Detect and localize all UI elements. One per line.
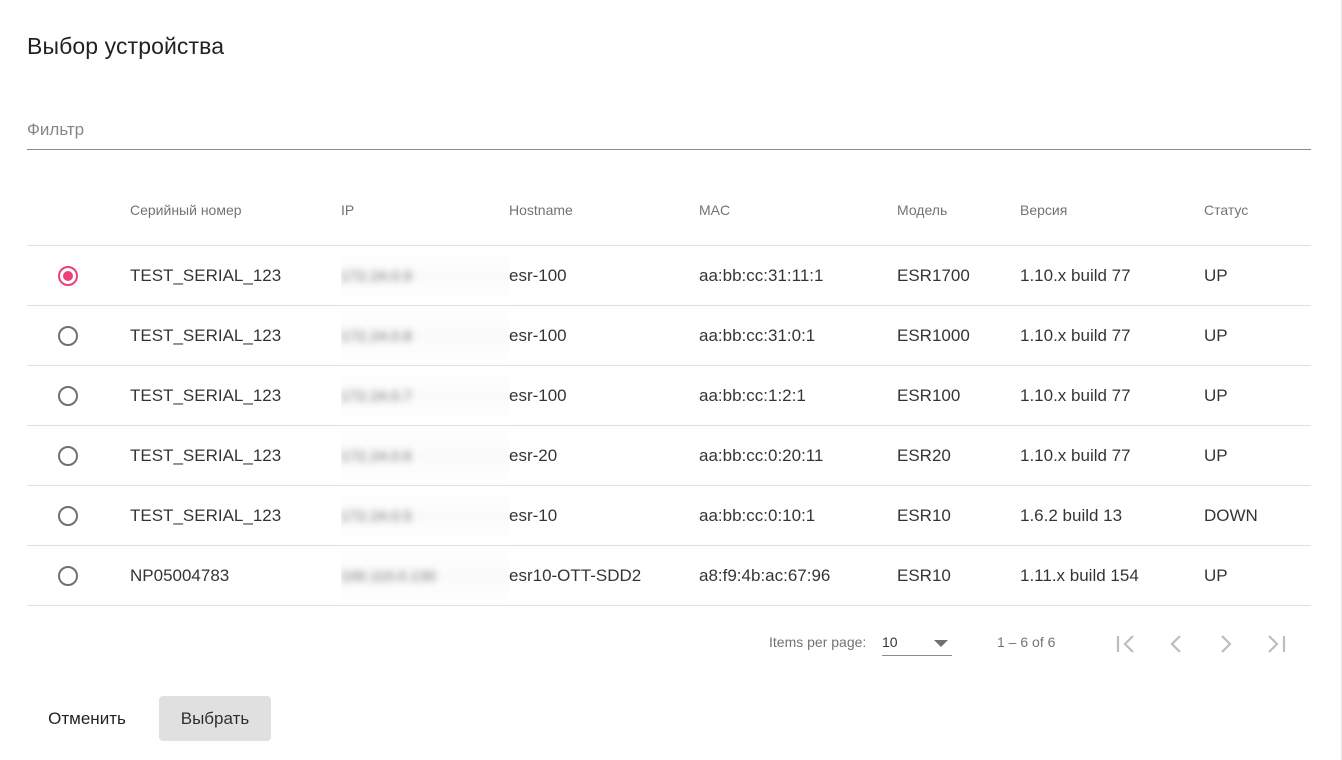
ip-value: 172.24.0.7 <box>341 387 412 405</box>
hostname-cell: esr10-OTT-SDD2 <box>509 545 699 606</box>
hostname-cell: esr-100 <box>509 305 699 366</box>
mac-cell: aa:bb:cc:31:11:1 <box>699 245 897 306</box>
ip-value: 172.24.0.6 <box>341 447 412 465</box>
hostname-cell: esr-100 <box>509 245 699 306</box>
ip-cell: 100.110.0.130 <box>341 545 509 606</box>
items-per-page-label: Items per page: <box>769 634 867 650</box>
radio-unchecked-icon[interactable] <box>58 505 78 526</box>
row-select-cell <box>27 365 130 426</box>
model-cell: ESR100 <box>897 365 1020 426</box>
version-cell: 1.10.x build 77 <box>1020 425 1204 486</box>
column-header-hostname[interactable]: Hostname <box>509 175 699 246</box>
hostname-cell: esr-20 <box>509 425 699 486</box>
model-cell: ESR20 <box>897 425 1020 486</box>
table-row[interactable]: NP05004783 100.110.0.130 esr10-OTT-SDD2 a8:… <box>27 545 1311 606</box>
mac-cell: a8:f9:4b:ac:67:96 <box>699 545 897 606</box>
dialog-title: Выбор устройства <box>27 33 225 59</box>
last-page-button[interactable] <box>1258 626 1294 662</box>
next-page-button[interactable] <box>1208 626 1244 662</box>
status-cell: UP <box>1204 545 1311 606</box>
serial-cell: TEST_SERIAL_123 <box>130 305 341 366</box>
serial-cell: TEST_SERIAL_123 <box>130 365 341 426</box>
model-cell: ESR1000 <box>897 305 1020 366</box>
last-page-icon <box>1268 635 1286 653</box>
hostname-cell: esr-100 <box>509 365 699 426</box>
radio-unchecked-icon[interactable] <box>58 325 78 346</box>
status-cell: UP <box>1204 305 1311 366</box>
model-cell: ESR10 <box>897 545 1020 606</box>
chevron-left-icon <box>1170 635 1181 653</box>
serial-cell: TEST_SERIAL_123 <box>130 245 341 306</box>
version-cell: 1.10.x build 77 <box>1020 305 1204 366</box>
paginator: Items per page: 10 1 – 6 of 6 <box>27 606 1311 676</box>
column-header-status[interactable]: Статус <box>1204 175 1311 246</box>
row-select-cell <box>27 485 130 546</box>
ip-cell: 172.24.0.9 <box>341 245 509 306</box>
row-select-cell <box>27 245 130 306</box>
mac-cell: aa:bb:cc:0:10:1 <box>699 485 897 546</box>
ip-value: 172.24.0.5 <box>341 507 412 525</box>
model-cell: ESR10 <box>897 485 1020 546</box>
dropdown-arrow-icon <box>934 640 948 647</box>
filter-input[interactable] <box>27 112 1311 148</box>
filter-field[interactable] <box>27 112 1311 150</box>
radio-unchecked-icon[interactable] <box>58 445 78 466</box>
devices-table-body: TEST_SERIAL_123 172.24.0.9 esr-100 aa:bb:cc… <box>27 245 1311 606</box>
status-cell: UP <box>1204 365 1311 426</box>
table-row[interactable]: TEST_SERIAL_123 172.24.0.8 esr-100 aa:bb:cc… <box>27 305 1311 366</box>
select-column-header <box>27 175 130 246</box>
radio-unchecked-icon[interactable] <box>58 385 78 406</box>
chevron-right-icon <box>1221 635 1232 653</box>
ip-value: 100.110.0.130 <box>341 567 436 585</box>
version-cell: 1.6.2 build 13 <box>1020 485 1204 546</box>
mac-cell: aa:bb:cc:31:0:1 <box>699 305 897 366</box>
ip-cell: 172.24.0.6 <box>341 425 509 486</box>
device-select-dialog: Выбор устройства Серийный номер IP Hostn… <box>0 0 1342 760</box>
ip-cell: 172.24.0.8 <box>341 305 509 366</box>
radio-unchecked-icon[interactable] <box>58 565 78 586</box>
status-cell: DOWN <box>1204 485 1311 546</box>
column-header-serial[interactable]: Серийный номер <box>130 175 341 246</box>
table-header-row: Серийный номер IP Hostname MAC Модель Ве… <box>27 175 1311 246</box>
serial-cell: TEST_SERIAL_123 <box>130 425 341 486</box>
radio-checked-icon[interactable] <box>58 265 78 286</box>
first-page-icon <box>1116 635 1134 653</box>
model-cell: ESR1700 <box>897 245 1020 306</box>
serial-cell: NP05004783 <box>130 545 341 606</box>
column-header-mac[interactable]: MAC <box>699 175 897 246</box>
hostname-cell: esr-10 <box>509 485 699 546</box>
column-header-version[interactable]: Версия <box>1020 175 1204 246</box>
version-cell: 1.10.x build 77 <box>1020 365 1204 426</box>
row-select-cell <box>27 425 130 486</box>
mac-cell: aa:bb:cc:1:2:1 <box>699 365 897 426</box>
table-row[interactable]: TEST_SERIAL_123 172.24.0.7 esr-100 aa:bb:cc… <box>27 365 1311 426</box>
table-row[interactable]: TEST_SERIAL_123 172.24.0.9 esr-100 aa:bb:cc… <box>27 245 1311 306</box>
page-range-label: 1 – 6 of 6 <box>997 634 1056 650</box>
column-header-model[interactable]: Модель <box>897 175 1020 246</box>
row-select-cell <box>27 545 130 606</box>
cancel-button[interactable]: Отменить <box>27 696 147 741</box>
version-cell: 1.11.x build 154 <box>1020 545 1204 606</box>
mac-cell: aa:bb:cc:0:20:11 <box>699 425 897 486</box>
column-header-ip[interactable]: IP <box>341 175 509 246</box>
previous-page-button[interactable] <box>1158 626 1194 662</box>
ip-value: 172.24.0.8 <box>341 327 412 345</box>
table-row[interactable]: TEST_SERIAL_123 172.24.0.5 esr-10 aa:bb:cc:… <box>27 485 1311 546</box>
version-cell: 1.10.x build 77 <box>1020 245 1204 306</box>
first-page-button[interactable] <box>1108 626 1144 662</box>
serial-cell: TEST_SERIAL_123 <box>130 485 341 546</box>
status-cell: UP <box>1204 425 1311 486</box>
ip-cell: 172.24.0.5 <box>341 485 509 546</box>
devices-table: Серийный номер IP Hostname MAC Модель Ве… <box>27 175 1311 606</box>
row-select-cell <box>27 305 130 366</box>
ip-cell: 172.24.0.7 <box>341 365 509 426</box>
ip-value: 172.24.0.9 <box>341 267 412 285</box>
select-button[interactable]: Выбрать <box>159 696 271 741</box>
table-row[interactable]: TEST_SERIAL_123 172.24.0.6 esr-20 aa:bb:cc:… <box>27 425 1311 486</box>
status-cell: UP <box>1204 245 1311 306</box>
page-size-select[interactable]: 10 <box>882 630 952 656</box>
page-size-value: 10 <box>882 634 898 650</box>
